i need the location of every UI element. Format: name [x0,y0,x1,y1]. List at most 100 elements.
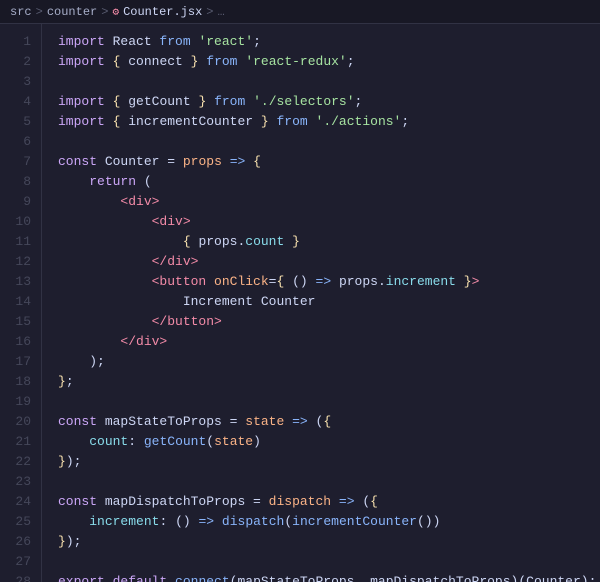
token [308,274,316,289]
token: <div> [120,194,159,209]
token: default [113,574,168,582]
token [105,54,113,69]
code-line-4: import { getCount } from './selectors'; [58,92,600,112]
line-number-28: 28 [0,572,41,582]
token: . [378,274,386,289]
token: 'react-redux' [245,54,346,69]
token: incrementCounter [120,114,260,129]
token: ) [183,514,191,529]
line-number-6: 6 [0,132,41,152]
token: props [331,274,378,289]
token: from [214,94,245,109]
token [58,254,152,269]
token: ( [292,274,300,289]
line-number-22: 22 [0,452,41,472]
token: } [58,534,66,549]
token [206,274,214,289]
token [284,234,292,249]
code-lines: import React from 'react';import { conne… [42,24,600,582]
code-line-20: const mapStateToProps = state => ({ [58,412,600,432]
token: ) [253,434,261,449]
token: './selectors' [253,94,354,109]
token: ( [518,574,526,582]
breadcrumb: src > counter > ⚙ Counter.jsx > … [0,0,600,24]
line-number-2: 2 [0,52,41,72]
token: ( [417,514,425,529]
token: incrementCounter [292,514,417,529]
token: from [277,114,308,129]
code-line-11: { props.count } [58,232,600,252]
code-line-27 [58,552,600,572]
line-number-15: 15 [0,312,41,332]
token: state [245,414,284,429]
token [105,94,113,109]
token: const [58,154,97,169]
breadcrumb-sep-3: > [206,5,213,19]
token [136,174,144,189]
token: { [253,154,261,169]
token: ) [300,274,308,289]
token: ; [355,94,363,109]
line-number-8: 8 [0,172,41,192]
token: ) [66,454,74,469]
breadcrumb-counter[interactable]: counter [47,5,97,19]
code-line-13: <button onClick={ () => props.increment … [58,272,600,292]
token: ; [347,54,355,69]
code-line-25: increment: () => dispatch(incrementCount… [58,512,600,532]
code-line-21: count: getCount(state) [58,432,600,452]
token: return [89,174,136,189]
token [105,574,113,582]
code-line-17: ); [58,352,600,372]
token [58,514,89,529]
breadcrumb-sep-1: > [36,5,43,19]
token: const [58,494,97,509]
code-line-8: return ( [58,172,600,192]
token [167,514,175,529]
token: Counter [97,154,167,169]
token [245,94,253,109]
line-number-3: 3 [0,72,41,92]
line-number-20: 20 [0,412,41,432]
token: ( [175,514,183,529]
code-line-15: </button> [58,312,600,332]
line-number-4: 4 [0,92,41,112]
breadcrumb-src[interactable]: src [10,5,32,19]
token: React [105,34,160,49]
token: } [261,114,269,129]
code-container: 1234567891011121314151617181920212223242… [0,24,600,582]
token: <div> [152,214,191,229]
token: count [89,434,128,449]
token: ) [433,514,441,529]
line-number-11: 11 [0,232,41,252]
token [175,154,183,169]
line-number-10: 10 [0,212,41,232]
token: </div> [120,334,167,349]
token: Counter [526,574,581,582]
line-number-19: 19 [0,392,41,412]
token [58,314,152,329]
token: ; [253,34,261,49]
token: './actions' [316,114,402,129]
token: onClick [214,274,269,289]
line-number-13: 13 [0,272,41,292]
token: ; [401,114,409,129]
token: ) [89,354,97,369]
code-line-12: </div> [58,252,600,272]
token: ; [66,374,74,389]
line-number-16: 16 [0,332,41,352]
token: increment [386,274,456,289]
token [284,414,292,429]
token: => [339,494,355,509]
token: </button> [152,314,222,329]
line-number-24: 24 [0,492,41,512]
token: </div> [152,254,199,269]
token: import [58,114,105,129]
code-line-22: }); [58,452,600,472]
breadcrumb-file[interactable]: Counter.jsx [123,5,202,19]
code-line-7: const Counter = props => { [58,152,600,172]
token: connect [120,54,190,69]
token [308,414,316,429]
token: } [464,274,472,289]
token: import [58,94,105,109]
token: ; [74,534,82,549]
